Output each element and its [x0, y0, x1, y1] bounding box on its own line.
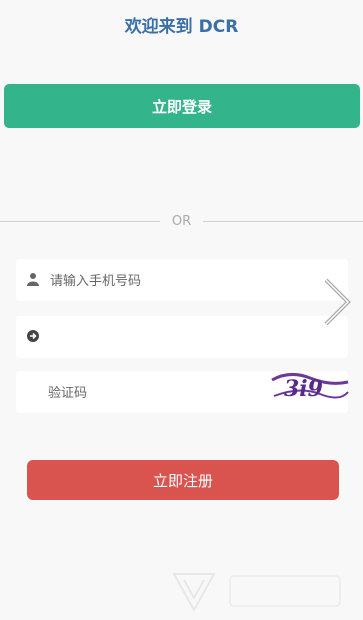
user-icon	[27, 273, 39, 286]
captcha-input[interactable]	[46, 380, 280, 406]
divider-line-right	[203, 221, 363, 222]
divider-label: OR	[171, 214, 192, 229]
phone-field[interactable]	[16, 259, 348, 301]
page-title: 欢迎来到 DCR	[124, 17, 239, 37]
captcha-image[interactable]: 3i9	[270, 368, 350, 404]
phone-input[interactable]	[48, 268, 282, 294]
arrow-right-circle-icon	[27, 330, 39, 342]
chevron-right-icon[interactable]	[318, 276, 354, 328]
captcha-text: 3i9	[284, 376, 323, 402]
or-divider: OR	[0, 212, 363, 232]
register-button[interactable]: 立即注册	[27, 460, 339, 500]
password-field[interactable]	[16, 316, 348, 358]
watermark-logo	[172, 573, 341, 613]
register-button-label: 立即注册	[152, 471, 213, 490]
login-button[interactable]: 立即登录	[4, 84, 360, 128]
password-input[interactable]	[48, 325, 282, 351]
login-button-label: 立即登录	[151, 97, 212, 116]
